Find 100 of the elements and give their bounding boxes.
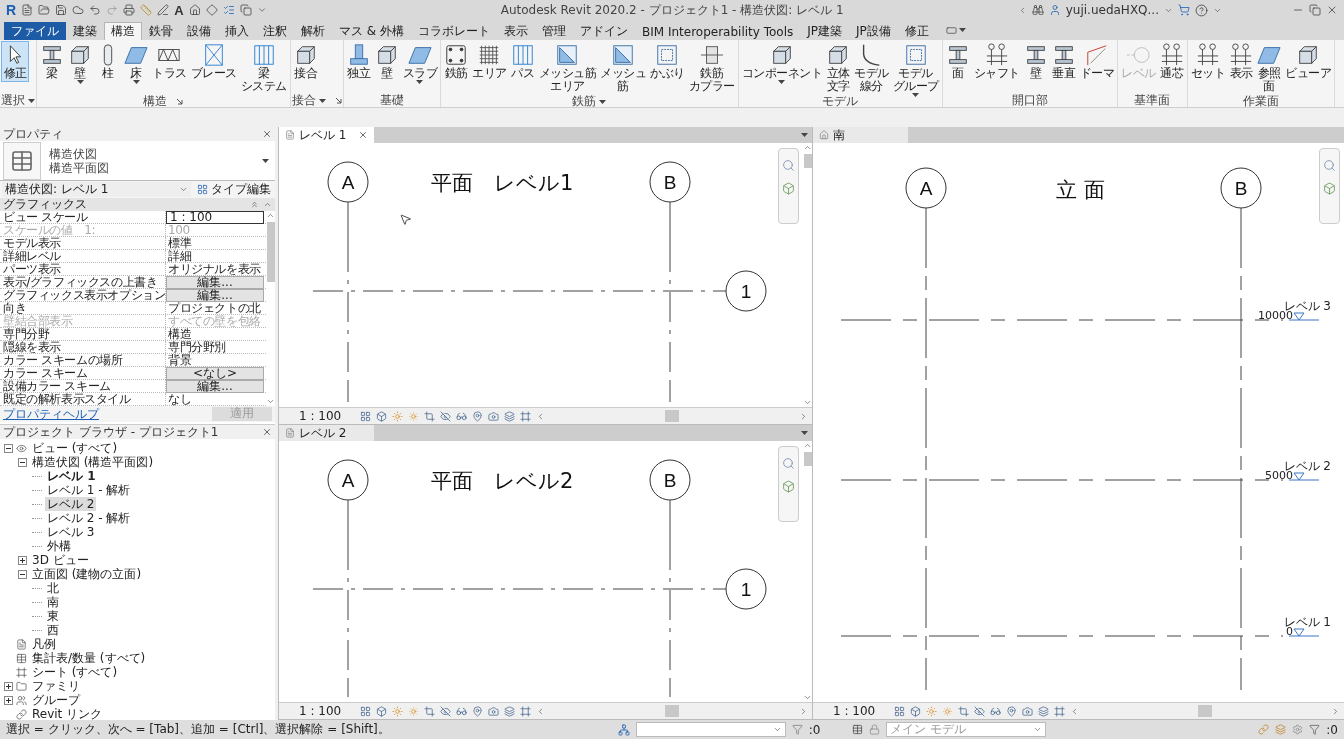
eye-off-icon[interactable] — [440, 410, 452, 422]
scroll-thumb[interactable] — [665, 705, 680, 717]
scroll-thumb[interactable] — [1198, 705, 1213, 717]
layers-icon[interactable] — [1275, 724, 1287, 735]
tree-item[interactable]: グループ — [30, 693, 82, 707]
settings-icon[interactable] — [1292, 724, 1304, 735]
cart-icon[interactable] — [1178, 4, 1190, 16]
ribbon-tab[interactable]: アドイン — [573, 22, 635, 40]
user-name[interactable]: yuji.uedaHXQ... — [1065, 3, 1159, 17]
sun-icon[interactable] — [408, 410, 420, 422]
document-icon[interactable] — [21, 4, 34, 16]
link-icon[interactable] — [1258, 724, 1270, 735]
chevron-right-icon[interactable] — [1331, 706, 1340, 716]
user-icon[interactable] — [1048, 4, 1061, 16]
ribbon-tab[interactable]: BIM Interoperability Tools — [635, 22, 801, 40]
pin-icon[interactable] — [472, 410, 484, 422]
expand-toggle[interactable] — [18, 555, 27, 565]
text-tool-button[interactable]: A — [174, 2, 184, 18]
crop-icon[interactable] — [424, 410, 436, 422]
ribbon-button[interactable]: 表示 — [1227, 41, 1255, 82]
chevron-right-icon[interactable] — [799, 411, 808, 421]
tree-item[interactable]: 西 — [45, 623, 61, 637]
printer-icon[interactable] — [123, 4, 136, 16]
app-logo[interactable]: R — [6, 2, 17, 18]
close-icon[interactable] — [262, 129, 272, 139]
list-icon[interactable] — [222, 4, 235, 16]
view-tab[interactable]: レベル 1 — [279, 127, 374, 143]
instance-dropdown[interactable]: 構造伏図: レベル 1 — [2, 182, 191, 197]
tree-item[interactable]: Revit リンク — [30, 707, 105, 721]
ribbon-button[interactable]: ビューア — [1283, 41, 1333, 82]
ribbon-button[interactable]: コンポーネント — [739, 41, 824, 86]
chevron-down-icon[interactable] — [803, 398, 812, 407]
cloud-icon[interactable] — [72, 4, 85, 16]
ribbon-button[interactable]: 鉄筋カプラー — [686, 41, 737, 95]
filter-icon[interactable] — [791, 724, 803, 735]
ribbon-button[interactable]: 梁 — [38, 41, 66, 82]
view-scale[interactable]: 1 : 100 — [299, 704, 342, 718]
ribbon-tab[interactable]: 建築 — [66, 22, 104, 40]
tree-item[interactable]: レベル 1 — [45, 469, 98, 483]
network-icon[interactable] — [617, 723, 630, 736]
ribbon-button[interactable]: 立体文字 — [824, 41, 852, 95]
expand-toggle[interactable] — [4, 695, 13, 705]
tree-item[interactable]: 南 — [45, 595, 61, 609]
scroll-thumb[interactable] — [665, 410, 680, 422]
tree-item[interactable]: 集計表/数量 (すべて) — [30, 651, 148, 665]
eye-off-icon[interactable] — [974, 705, 986, 717]
ribbon-button[interactable]: メッシュ筋 — [598, 41, 648, 95]
type-selector[interactable]: 構造伏図 構造平面図 — [0, 141, 275, 181]
value-button[interactable]: 編集... — [166, 289, 264, 302]
tree-item[interactable]: レベル 3 — [45, 525, 97, 539]
ribbon-button[interactable]: ドーマ — [1077, 41, 1116, 82]
folder-icon[interactable] — [38, 4, 51, 16]
frame-icon[interactable] — [520, 410, 532, 422]
house-icon[interactable] — [188, 4, 201, 16]
ruler-icon[interactable] — [140, 4, 153, 16]
tree-item[interactable]: 立面図 (建物の立面) — [30, 567, 144, 581]
sun-icon[interactable] — [392, 410, 404, 422]
search-icon[interactable] — [1323, 159, 1336, 172]
binoculars-icon[interactable] — [1031, 4, 1044, 16]
redo-icon[interactable] — [106, 4, 119, 16]
camera-icon[interactable] — [488, 410, 500, 422]
ribbon-button[interactable]: 床 — [122, 41, 150, 86]
camera-icon[interactable] — [1022, 705, 1034, 717]
layers-icon[interactable] — [504, 410, 516, 422]
ribbon-button[interactable]: シャフト — [971, 41, 1022, 82]
tree-item[interactable]: 外構 — [45, 539, 73, 553]
tree-item[interactable]: シート (すべて) — [30, 665, 120, 679]
ribbon-button[interactable]: 鉄筋 — [442, 41, 470, 82]
chevron-down-icon[interactable] — [803, 693, 812, 702]
save-icon[interactable] — [55, 4, 68, 16]
ribbon-button[interactable]: 参照面 — [1255, 41, 1283, 95]
ribbon-button[interactable]: メッシュ筋エリア — [536, 41, 598, 95]
scroll-thumb[interactable] — [803, 452, 812, 466]
tree-item[interactable]: レベル 2 — [45, 497, 97, 511]
dropdown-field[interactable] — [635, 722, 786, 737]
scroll-thumb[interactable] — [266, 222, 275, 282]
ribbon-tab[interactable]: JP建築 — [800, 22, 850, 40]
pin-icon[interactable] — [1006, 705, 1018, 717]
ribbon-button[interactable]: 独立 — [344, 41, 373, 82]
value-button[interactable]: <なし> — [166, 367, 264, 380]
ribbon-button[interactable]: トラス — [150, 41, 189, 82]
cube-icon[interactable] — [376, 705, 388, 717]
grid-icon[interactable] — [360, 705, 372, 717]
lock-icon[interactable] — [869, 724, 881, 735]
navigation-bar[interactable] — [1319, 148, 1340, 224]
ribbon-button[interactable]: パス — [508, 41, 537, 82]
crop-icon[interactable] — [424, 705, 436, 717]
windows-icon[interactable] — [239, 4, 252, 16]
sun-icon[interactable] — [408, 705, 420, 717]
ribbon-tab[interactable]: ファイル — [4, 22, 66, 40]
help-icon[interactable] — [1195, 3, 1208, 17]
navigation-bar[interactable] — [778, 148, 799, 224]
ribbon-button[interactable]: エリア — [470, 41, 509, 82]
ribbon-tab[interactable]: コラボレート — [411, 22, 497, 40]
expand-toggle[interactable] — [18, 457, 27, 467]
ribbon-button[interactable]: 垂直 — [1049, 41, 1078, 82]
ribbon-button[interactable]: 修正 — [1, 41, 29, 82]
close-icon[interactable] — [1326, 4, 1338, 16]
tree-item[interactable]: ビュー (すべて) — [30, 441, 120, 455]
search-icon[interactable] — [782, 457, 795, 470]
